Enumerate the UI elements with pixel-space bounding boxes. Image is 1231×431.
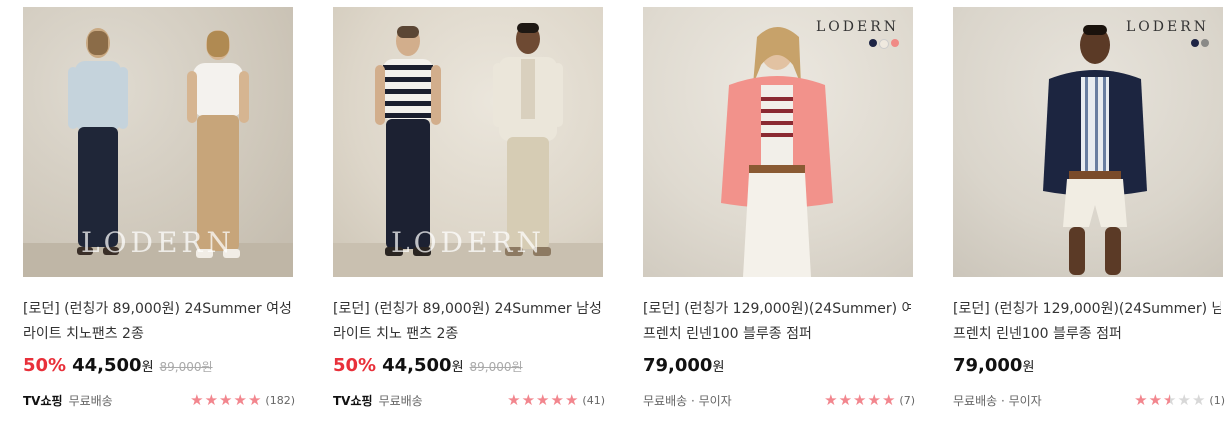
product-meta: TV쇼핑 무료배송 ★ ★ ★ ★ ★ (41) xyxy=(333,391,605,409)
star-rating[interactable]: ★ ★ ★ ★ ★ xyxy=(190,390,262,409)
review-count[interactable]: (1) xyxy=(1209,394,1225,407)
sale-price: 44,500 xyxy=(72,355,142,376)
product-title-line-1: [로던] (런칭가 89,000원) 24Summer 남성 xyxy=(333,301,601,317)
product-image[interactable]: LODERN xyxy=(953,7,1223,277)
shipping-info: 무료배송 xyxy=(68,393,113,408)
product-title-line-1: [로던] (런칭가 89,000원) 24Summer 여성 xyxy=(23,301,291,317)
star-icon: ★ xyxy=(824,390,838,409)
product-card-2[interactable]: LODERN [로던] (런칭가 89,000원) 24Summer 남성 라이… xyxy=(333,7,605,409)
star-icon: ★ xyxy=(204,390,219,409)
review-count[interactable]: (182) xyxy=(265,394,295,407)
shipping-info: 무료배송 · 무이자 xyxy=(953,393,1042,408)
original-price: 89,000원 xyxy=(469,360,523,374)
product-title-line-1: [로던] (런칭가 129,000원)(24Summer) 여성 xyxy=(643,301,911,317)
product-title[interactable]: [로던] (런칭가 89,000원) 24Summer 여성 라이트 치노팬츠 … xyxy=(23,297,291,347)
product-meta: 무료배송 · 무이자 ★ ★ ★ ★ ★ (7) xyxy=(643,391,915,409)
product-title-line-2: 프렌치 린넨100 블루종 점퍼 xyxy=(643,326,812,342)
sale-price: 44,500 xyxy=(382,355,452,376)
model-figure xyxy=(1043,25,1147,275)
shipping-info: 무료배송 xyxy=(378,393,423,408)
product-title-line-2: 라이트 치노 팬츠 2종 xyxy=(333,326,459,342)
product-title-line-2: 라이트 치노팬츠 2종 xyxy=(23,326,144,342)
star-icon: ★ xyxy=(1177,390,1191,409)
price-row: 50% 44,500원 89,000원 xyxy=(333,355,605,381)
product-meta: 무료배송 · 무이자 ★ ★ ★ ★ ★ (1) xyxy=(953,391,1225,409)
product-image[interactable]: LODERN xyxy=(23,7,293,277)
star-icon: ★ xyxy=(838,390,853,409)
sale-price-group: 44,500원 xyxy=(382,355,463,376)
product-image[interactable]: LODERN xyxy=(333,7,603,277)
star-icon: ★ xyxy=(1163,390,1177,409)
price-row: 79,000원 xyxy=(643,355,915,381)
product-image[interactable]: LODERN xyxy=(643,7,913,277)
shipping-info: 무료배송 · 무이자 xyxy=(643,393,732,408)
star-icon: ★ xyxy=(1191,390,1206,409)
star-icon: ★ xyxy=(190,390,204,409)
brand-watermark: LODERN xyxy=(80,226,236,259)
tv-shopping-badge: TV쇼핑 xyxy=(23,393,63,408)
original-price: 89,000원 xyxy=(159,360,213,374)
currency-unit: 원 xyxy=(141,360,154,375)
model-figure xyxy=(721,27,833,277)
product-title[interactable]: [로던] (런칭가 129,000원)(24Summer) 여성 프렌치 린넨1… xyxy=(643,297,911,347)
tv-shopping-badge: TV쇼핑 xyxy=(333,393,373,408)
product-title-line-1: [로던] (런칭가 129,000원)(24Summer) 남성 xyxy=(953,301,1221,317)
product-title[interactable]: [로던] (런칭가 129,000원)(24Summer) 남성 프렌치 린넨1… xyxy=(953,297,1221,347)
currency-unit: 원 xyxy=(451,360,464,375)
color-swatch xyxy=(1201,39,1209,47)
sale-price-group: 44,500원 xyxy=(72,355,153,376)
color-swatch xyxy=(879,39,889,49)
star-rating[interactable]: ★ ★ ★ ★ ★ xyxy=(1134,390,1206,409)
star-icon: ★ xyxy=(219,390,233,409)
star-rating[interactable]: ★ ★ ★ ★ ★ xyxy=(824,390,896,409)
star-icon: ★ xyxy=(867,390,881,409)
star-icon: ★ xyxy=(247,390,262,409)
color-swatch xyxy=(869,39,877,47)
star-rating[interactable]: ★ ★ ★ ★ ★ xyxy=(507,390,579,409)
product-title-line-2: 프렌치 린넨100 블루종 점퍼 xyxy=(953,326,1122,342)
price-row: 50% 44,500원 89,000원 xyxy=(23,355,295,381)
star-icon: ★ xyxy=(1134,390,1148,409)
star-icon: ★ xyxy=(507,390,521,409)
star-icon: ★ xyxy=(536,390,550,409)
discount-rate: 50% xyxy=(333,355,377,376)
star-icon: ★ xyxy=(1148,390,1163,409)
sale-price: 79,000 xyxy=(643,355,713,376)
star-icon: ★ xyxy=(550,390,564,409)
review-count[interactable]: (7) xyxy=(899,394,915,407)
product-card-4[interactable]: LODERN [로던] (런칭가 129,000원)(24Summer) 남성 … xyxy=(953,7,1225,409)
sale-price-group: 79,000원 xyxy=(953,355,1034,376)
star-icon: ★ xyxy=(564,390,579,409)
product-card-3[interactable]: LODERN [로던] (런칭가 129,000원)(24Summer) 여성 … xyxy=(643,7,915,409)
product-card-1[interactable]: LODERN [로던] (런칭가 89,000원) 24Summer 여성 라이… xyxy=(23,7,295,409)
product-title[interactable]: [로던] (런칭가 89,000원) 24Summer 남성 라이트 치노 팬츠… xyxy=(333,297,601,347)
color-swatch xyxy=(891,39,899,47)
discount-rate: 50% xyxy=(23,355,67,376)
star-icon: ★ xyxy=(521,390,536,409)
star-icon: ★ xyxy=(853,390,867,409)
brand-watermark: LODERN xyxy=(390,226,546,259)
review-count[interactable]: (41) xyxy=(582,394,605,407)
price-row: 79,000원 xyxy=(953,355,1225,381)
currency-unit: 원 xyxy=(1022,360,1035,375)
star-icon: ★ xyxy=(233,390,247,409)
star-icon: ★ xyxy=(881,390,896,409)
sale-price: 79,000 xyxy=(953,355,1023,376)
currency-unit: 원 xyxy=(712,360,725,375)
product-meta: TV쇼핑 무료배송 ★ ★ ★ ★ ★ (182) xyxy=(23,391,295,409)
sale-price-group: 79,000원 xyxy=(643,355,724,376)
color-swatch xyxy=(1191,39,1199,47)
